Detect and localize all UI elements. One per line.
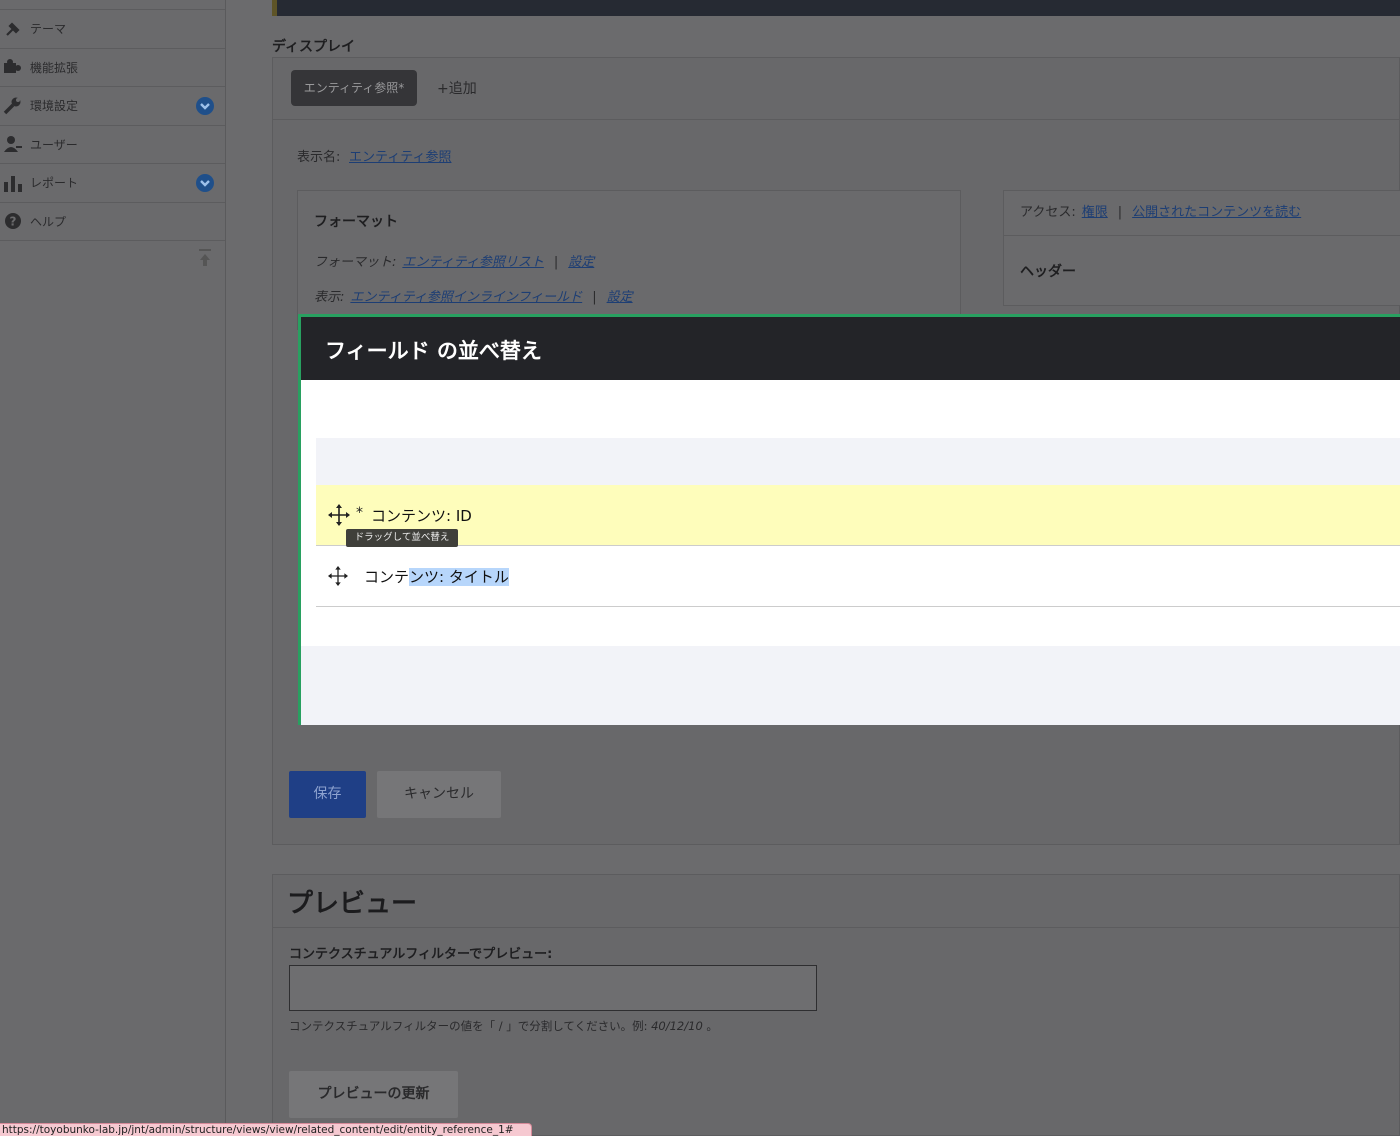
admin-sidebar: テーマ 機能拡張 環境設定 ユーザー レポート ? ヘルプ bbox=[0, 0, 226, 1136]
contextual-filter-label: コンテクスチュアルフィルターでプレビュー: bbox=[289, 947, 553, 962]
sidebar-item-label: ヘルプ bbox=[30, 214, 67, 229]
field-label: コンテンツ: タイトル bbox=[364, 566, 509, 587]
access-row: アクセス: 権限 | 公開されたコンテンツを読む bbox=[1020, 201, 1301, 220]
show-label: 表示: bbox=[314, 290, 345, 305]
help-text: コンテクスチュアルフィルターの値を「 / 」で分割してください。例: bbox=[289, 1019, 652, 1033]
format-box: フォーマット フォーマット: エンティティ参照リスト | 設定 表示: エンティティ参照… bbox=[297, 190, 961, 330]
access-link[interactable]: 権限 bbox=[1082, 205, 1108, 220]
show-settings-link[interactable]: 設定 bbox=[607, 290, 633, 305]
save-button[interactable]: 保存 bbox=[289, 771, 366, 818]
separator: | bbox=[1117, 205, 1123, 220]
show-link[interactable]: エンティティ参照インラインフィールド bbox=[350, 290, 582, 305]
update-preview-button[interactable]: プレビューの更新 bbox=[289, 1071, 458, 1118]
help-text-end: 。 bbox=[702, 1019, 718, 1033]
field-label-prefix: コンテ bbox=[364, 568, 410, 586]
show-row: 表示: エンティティ参照インラインフィールド | 設定 bbox=[314, 286, 633, 305]
access-permission-link[interactable]: 公開されたコンテンツを読む bbox=[1132, 205, 1301, 220]
user-icon bbox=[3, 135, 23, 153]
contextual-filter-input[interactable] bbox=[289, 965, 817, 1011]
dialog-footer bbox=[301, 646, 1400, 725]
sidebar-item-label: テーマ bbox=[30, 22, 67, 37]
help-example: 40/12/10 bbox=[651, 1019, 703, 1033]
table-row[interactable]: コンテンツ: タイトル bbox=[316, 546, 1400, 607]
bar-chart-icon bbox=[3, 174, 23, 192]
divider bbox=[1004, 235, 1400, 236]
puzzle-icon bbox=[3, 58, 23, 76]
dialog-title: フィールド の並べ替え bbox=[325, 339, 542, 363]
preview-title: プレビュー bbox=[287, 889, 418, 919]
rearrange-fields-dialog: フィールド の並べ替え * コンテンツ: ID ドラッグして並べ替え コンテンツ… bbox=[298, 314, 1400, 725]
sidebar-item-label: 環境設定 bbox=[30, 99, 79, 114]
cancel-button[interactable]: キャンセル bbox=[377, 771, 501, 818]
tab-entity-reference[interactable]: エンティティ参照* bbox=[291, 70, 417, 106]
format-row: フォーマット: エンティティ参照リスト | 設定 bbox=[314, 251, 594, 270]
sidebar-item-config[interactable]: 環境設定 bbox=[0, 87, 225, 126]
sidebar-item-help[interactable]: ? ヘルプ bbox=[0, 203, 225, 241]
sidebar-item-theme[interactable]: テーマ bbox=[0, 10, 225, 49]
collapse-sidebar-icon[interactable] bbox=[198, 249, 212, 269]
sidebar-item-extend[interactable]: 機能拡張 bbox=[0, 49, 225, 87]
access-box: アクセス: 権限 | 公開されたコンテンツを読む ヘッダー bbox=[1003, 190, 1400, 306]
dialog-header: フィールド の並べ替え bbox=[301, 317, 1400, 380]
format-settings-link[interactable]: 設定 bbox=[568, 255, 594, 270]
sidebar-item-label: ユーザー bbox=[30, 137, 78, 152]
chevron-down-icon[interactable] bbox=[196, 96, 214, 115]
preview-panel: プレビュー コンテクスチュアルフィルターでプレビュー: コンテクスチュアルフィル… bbox=[272, 874, 1400, 1136]
sidebar-item-label: 機能拡張 bbox=[30, 60, 79, 75]
sidebar-top-divider bbox=[0, 0, 225, 10]
display-name-label: 表示名: bbox=[297, 150, 341, 165]
display-section-title: ディスプレイ bbox=[272, 39, 356, 55]
drag-tooltip: ドラッグして並べ替え bbox=[346, 529, 458, 547]
wrench-icon bbox=[3, 97, 23, 115]
view-header-band bbox=[272, 0, 1400, 16]
svg-text:?: ? bbox=[10, 215, 17, 229]
drag-handle-icon[interactable] bbox=[328, 504, 350, 526]
help-icon: ? bbox=[3, 212, 23, 230]
paintbrush-icon bbox=[3, 20, 23, 38]
selected-text: ンツ: タイトル bbox=[409, 568, 509, 586]
display-name-link[interactable]: エンティティ参照 bbox=[349, 146, 451, 165]
table-header bbox=[316, 438, 1400, 485]
field-label: コンテンツ: ID bbox=[371, 507, 472, 525]
header-section-title: ヘッダー bbox=[1020, 264, 1076, 280]
format-label: フォーマット: bbox=[314, 255, 397, 270]
status-bar-url: https://toyobunko-lab.jp/jnt/admin/struc… bbox=[0, 1123, 532, 1136]
sidebar-item-label: レポート bbox=[30, 176, 79, 191]
separator: | bbox=[553, 255, 559, 270]
sidebar-item-people[interactable]: ユーザー bbox=[0, 126, 225, 164]
table-row[interactable]: * コンテンツ: ID bbox=[316, 485, 1400, 546]
separator: | bbox=[592, 290, 597, 305]
contextual-filter-help: コンテクスチュアルフィルターの値を「 / 」で分割してください。例: 40/12… bbox=[289, 1018, 718, 1034]
divider bbox=[273, 927, 1399, 928]
sidebar-item-reports[interactable]: レポート bbox=[0, 164, 225, 203]
add-display-button[interactable]: +追加 bbox=[437, 78, 477, 98]
format-link[interactable]: エンティティ参照リスト bbox=[402, 255, 543, 270]
chevron-down-icon[interactable] bbox=[196, 173, 214, 192]
changed-marker: * bbox=[356, 505, 363, 521]
format-box-title: フォーマット bbox=[314, 214, 398, 230]
access-label: アクセス: bbox=[1020, 205, 1076, 220]
display-tabs: エンティティ参照* +追加 bbox=[273, 58, 1399, 120]
drag-handle-icon[interactable] bbox=[328, 566, 348, 586]
